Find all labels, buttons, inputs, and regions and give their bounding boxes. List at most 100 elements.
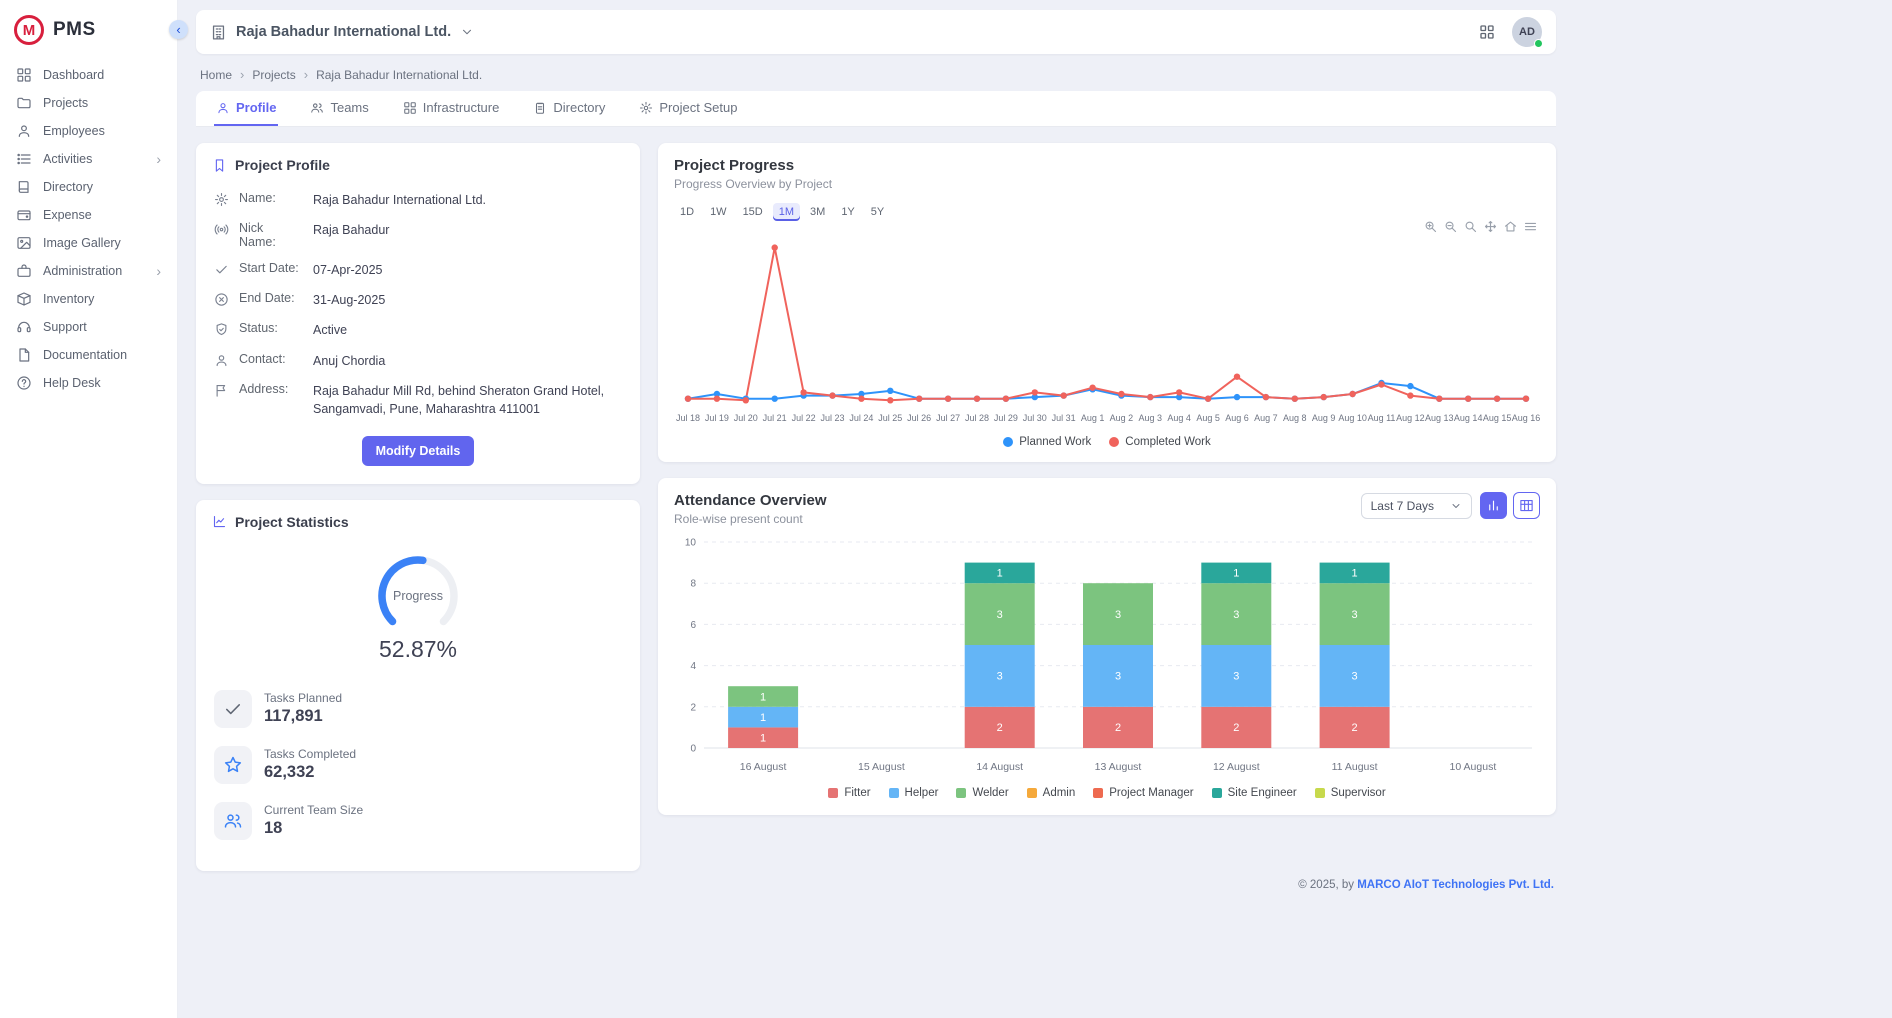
range-1m[interactable]: 1M (773, 203, 800, 221)
tab-teams[interactable]: Teams (308, 91, 370, 126)
svg-text:3: 3 (1115, 671, 1121, 683)
sidebar-nav: Dashboard Projects EmployeesActivities›Dir… (0, 55, 177, 403)
legend-swatch (1093, 788, 1103, 798)
sidebar-item-documentation[interactable]: Documentation (8, 341, 169, 369)
apps-grid-icon[interactable] (1478, 23, 1496, 41)
table-view-button[interactable] (1513, 492, 1540, 519)
svg-text:1: 1 (760, 712, 766, 724)
breadcrumb-item-projects[interactable]: Projects (252, 68, 295, 82)
range-15d[interactable]: 15D (737, 203, 769, 221)
zoom-out-icon[interactable] (1443, 219, 1458, 234)
sidebar-item-label: Help Desk (43, 376, 101, 390)
zoom-in-icon[interactable] (1423, 219, 1438, 234)
attendance-bar-chart[interactable]: 024681011116 August15 August233114 Augus… (674, 532, 1540, 782)
breadcrumb-separator-icon: › (304, 67, 308, 82)
project-selector-label: Raja Bahadur International Ltd. (236, 24, 451, 40)
legend-swatch (956, 788, 966, 798)
svg-text:Aug 11: Aug 11 (1368, 413, 1396, 423)
field-label: Address: (239, 382, 303, 396)
legend-label: Admin (1043, 787, 1076, 799)
footer-link[interactable]: MARCO AIoT Technologies Pvt. Ltd. (1357, 879, 1554, 891)
flag-icon (214, 383, 229, 398)
sidebar-item-label: Projects (43, 96, 88, 110)
svg-text:3: 3 (1233, 609, 1239, 621)
breadcrumb-item-home[interactable]: Home (200, 68, 232, 82)
profile-field-end-date: End Date:31-Aug-2025 (212, 285, 624, 315)
legend-item-project-manager[interactable]: Project Manager (1093, 787, 1193, 799)
sidebar-item-directory[interactable]: Directory (8, 173, 169, 201)
bookmark-icon (212, 158, 227, 173)
range-1d[interactable]: 1D (674, 203, 700, 221)
stat-value: 62,332 (264, 763, 356, 782)
tabs: Profile Teams Infrastructure Directory Proje… (196, 91, 1556, 127)
range-5y[interactable]: 5Y (865, 203, 890, 221)
sidebar-item-employees[interactable]: Employees (8, 117, 169, 145)
svg-text:15 August: 15 August (858, 761, 905, 773)
svg-text:Jul 18: Jul 18 (676, 413, 700, 423)
sidebar-collapse-button[interactable]: ‹ (169, 20, 188, 39)
svg-text:14 August: 14 August (976, 761, 1023, 773)
svg-text:Jul 24: Jul 24 (849, 413, 873, 423)
svg-text:Aug 5: Aug 5 (1196, 413, 1220, 423)
svg-text:10: 10 (685, 538, 697, 549)
sidebar-item-administration[interactable]: Administration› (8, 257, 169, 285)
legend-item-admin[interactable]: Admin (1027, 787, 1076, 799)
sidebar-item-support[interactable]: Support (8, 313, 169, 341)
svg-text:2: 2 (690, 702, 696, 713)
sidebar-item-projects[interactable]: Projects (8, 89, 169, 117)
progress-line-chart[interactable]: Jul 18Jul 19Jul 20Jul 21Jul 22Jul 23Jul … (674, 223, 1540, 429)
main-area: Raja Bahadur International Ltd. AD Home ›… (178, 0, 1892, 1018)
sidebar-item-help-desk[interactable]: Help Desk (8, 369, 169, 397)
home-icon[interactable] (1503, 219, 1518, 234)
avatar[interactable]: AD (1512, 17, 1542, 47)
legend-item-helper[interactable]: Helper (889, 787, 939, 799)
sidebar-item-activities[interactable]: Activities› (8, 145, 169, 173)
card-head: Project Profile (212, 157, 624, 173)
svg-text:0: 0 (690, 744, 696, 755)
sidebar-item-image-gallery[interactable]: Image Gallery (8, 229, 169, 257)
sidebar-item-dashboard[interactable]: Dashboard (8, 61, 169, 89)
legend-item-site-engineer[interactable]: Site Engineer (1212, 787, 1297, 799)
profile-field-start-date: Start Date:07-Apr-2025 (212, 255, 624, 285)
pan-icon[interactable] (1483, 219, 1498, 234)
legend-item-planned-work[interactable]: Planned Work (1003, 436, 1091, 448)
svg-text:Progress: Progress (393, 589, 443, 603)
chart-view-button[interactable] (1480, 492, 1507, 519)
project-selector[interactable]: Raja Bahadur International Ltd. (210, 24, 474, 41)
svg-text:Jul 26: Jul 26 (907, 413, 931, 423)
range-3m[interactable]: 3M (804, 203, 831, 221)
tab-project-setup[interactable]: Project Setup (637, 91, 739, 126)
legend-item-completed-work[interactable]: Completed Work (1109, 436, 1210, 448)
svg-text:6: 6 (690, 620, 696, 631)
legend-label: Fitter (844, 787, 870, 799)
legend-item-welder[interactable]: Welder (956, 787, 1008, 799)
app-logo[interactable]: M PMS (0, 0, 177, 55)
tab-directory[interactable]: Directory (531, 91, 607, 126)
range-1y[interactable]: 1Y (835, 203, 860, 221)
documentation-icon (16, 347, 32, 363)
legend-label: Welder (972, 787, 1008, 799)
user-icon (214, 353, 229, 368)
sidebar-item-expense[interactable]: Expense (8, 201, 169, 229)
expense-icon (16, 207, 32, 223)
sidebar-item-inventory[interactable]: Inventory (8, 285, 169, 313)
chevron-right-icon: › (156, 152, 161, 166)
legend-item-fitter[interactable]: Fitter (828, 787, 870, 799)
logo-m-icon: M (14, 15, 44, 45)
star-icon (214, 746, 252, 784)
range-1w[interactable]: 1W (704, 203, 733, 221)
modify-details-button[interactable]: Modify Details (362, 436, 475, 466)
clipboard-icon (533, 101, 547, 115)
svg-text:12 August: 12 August (1213, 761, 1260, 773)
profile-field-name: Name:Raja Bahadur International Ltd. (212, 185, 624, 215)
svg-text:Jul 30: Jul 30 (1023, 413, 1047, 423)
stat-value: 18 (264, 819, 363, 838)
search-icon[interactable] (1463, 219, 1478, 234)
chevron-right-icon: › (156, 264, 161, 278)
menu-icon[interactable] (1523, 219, 1538, 234)
tab-profile[interactable]: Profile (214, 91, 278, 126)
tab-infrastructure[interactable]: Infrastructure (401, 91, 502, 126)
legend-item-supervisor[interactable]: Supervisor (1315, 787, 1386, 799)
days-filter-select[interactable]: Last 7 Days (1361, 493, 1472, 519)
svg-text:Aug 13: Aug 13 (1425, 413, 1454, 423)
